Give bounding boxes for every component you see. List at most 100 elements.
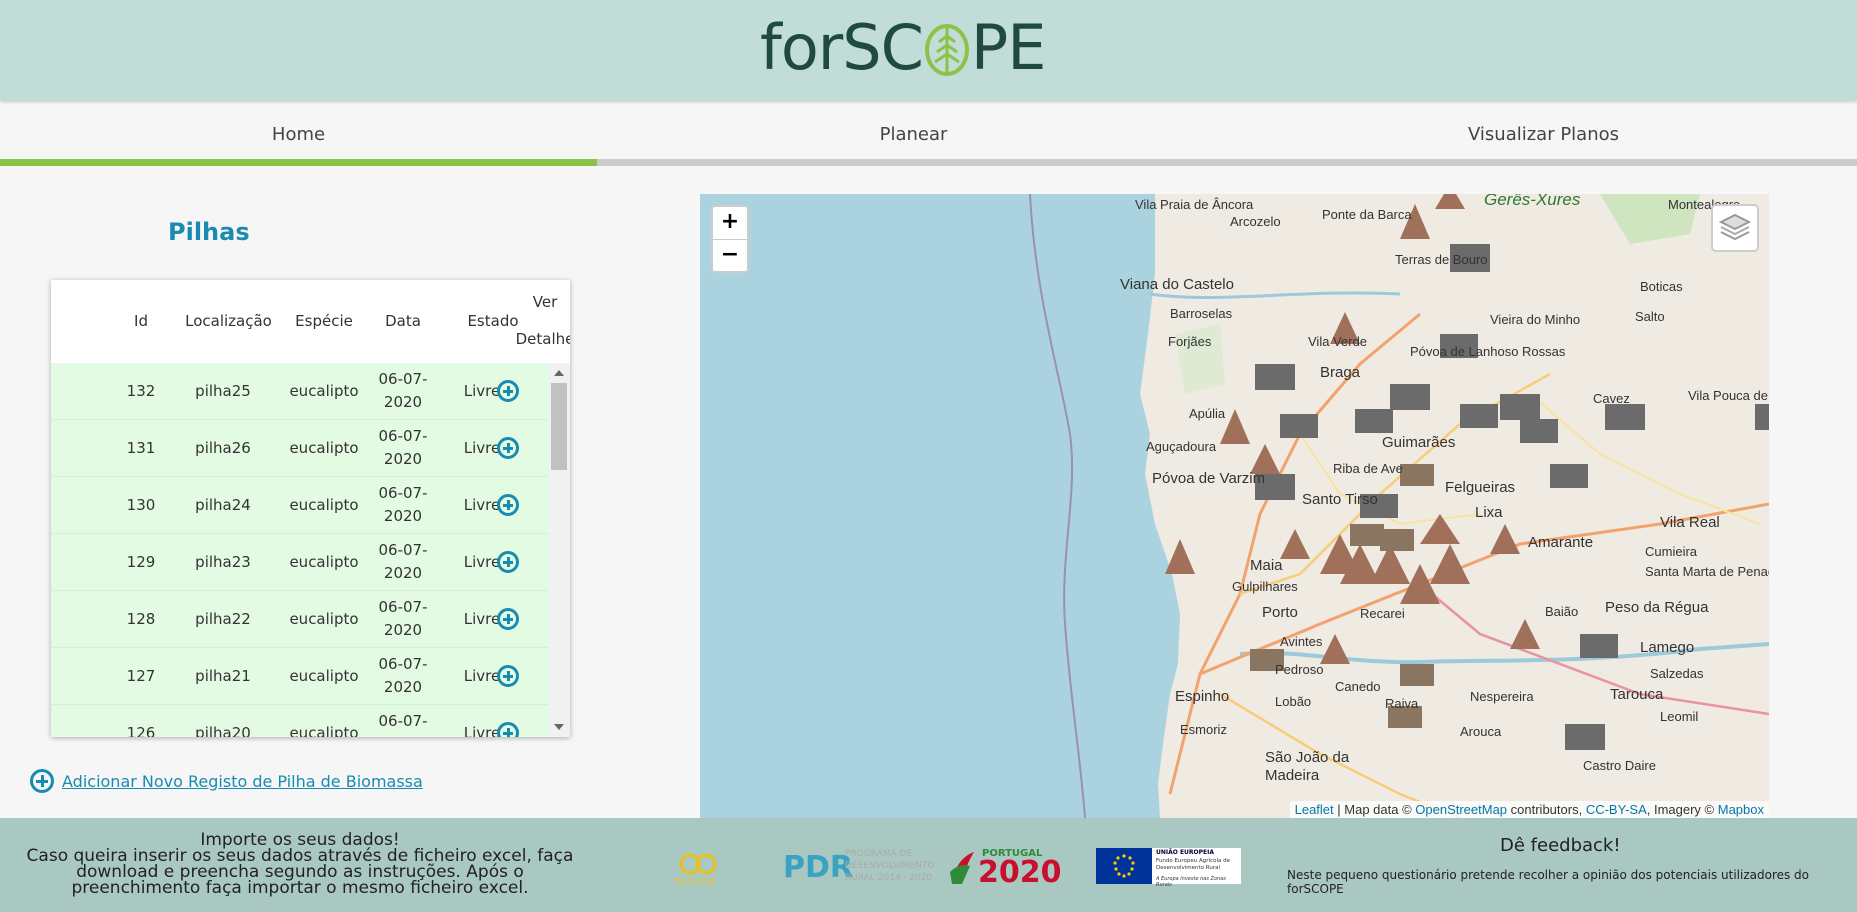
add-pilha-label[interactable]: Adicionar Novo Registo de Pilha de Bioma… [62,772,423,791]
map-label: Leomil [1660,709,1699,724]
pilhas-title: Pilhas [168,218,250,246]
map-label: Raiva [1385,696,1419,711]
pilhas-table: Id Localização Espécie Data Estado Ver D… [51,280,570,737]
zoom-out-button[interactable]: − [713,240,747,272]
map-label: Guimarães [1382,434,1456,451]
osm-link[interactable]: OpenStreetMap [1415,802,1507,817]
map-label: Terras de Bouro [1395,252,1488,267]
map-label: Baião [1545,604,1579,619]
cell-localizacao: pilha22 [195,610,251,628]
mapbox-link[interactable]: Mapbox [1718,802,1764,817]
map-label: Arouca [1460,724,1502,739]
col-localizacao[interactable]: Localização [176,303,281,340]
map-tiles[interactable] [700,194,1769,818]
table-scrollbar[interactable] [549,363,570,737]
map-label: Recarei [1360,606,1405,621]
cell-especie: eucalipto [289,610,359,628]
cell-id: 128 [126,610,156,628]
map-label: Arcozelo [1230,214,1281,229]
view-detail-icon[interactable] [497,608,519,630]
table-row: 128 pilha22 eucalipto 06-07- 2020 Livre [51,591,549,648]
eu-logo: UNIÃO EUROPEIA Fundo Europeu Agrícola de… [1096,848,1241,888]
map[interactable]: Gerês-Xures Montealegre Vila Praia de Ân… [700,194,1769,818]
view-detail-icon[interactable] [497,380,519,402]
map-label: Apúlia [1189,406,1226,421]
map-label: Lixa [1475,504,1503,521]
map-label: Santo Tirso [1302,491,1378,508]
map-label: Riba de Ave [1333,461,1403,476]
map-label: São João da Madeira [1265,749,1350,784]
tab-home[interactable]: Home [0,104,597,162]
tab-planear[interactable]: Planear [597,104,1230,162]
logo-text: PE [970,11,1047,84]
map-label: Póvoa de Varzim [1152,470,1266,487]
map-attribution: Leaflet | Map data © OpenStreetMap contr… [1289,801,1769,818]
map-label: Salzedas [1650,666,1704,681]
cell-localizacao: pilha23 [195,553,251,571]
view-detail-icon[interactable] [497,551,519,573]
cell-especie: eucalipto [289,439,359,457]
add-pilha-link[interactable]: Adicionar Novo Registo de Pilha de Bioma… [30,769,423,793]
map-label: Viana do Castelo [1120,276,1234,293]
cell-especie: eucalipto [289,553,359,571]
col-ver: Ver [532,293,558,311]
map-label: Avintes [1280,634,1323,649]
table-header: Id Localização Espécie Data Estado Ver D… [51,280,570,363]
col-data[interactable]: Data [368,303,438,340]
scroll-down-icon[interactable] [554,724,564,730]
tab-visualizar-planos[interactable]: Visualizar Planos [1230,104,1857,162]
view-detail-icon[interactable] [497,722,519,737]
main-nav: Home Planear Visualizar Planos [0,104,1857,166]
map-label: Porto [1262,604,1298,621]
portugal-flag-icon [950,852,974,884]
logo-text: SC [842,11,924,84]
map-label: Gulpilhares [1232,579,1298,594]
cell-especie: eucalipto [289,724,359,737]
cell-localizacao: pilha25 [195,382,251,400]
feedback-text[interactable]: Neste pequeno questionário pretende reco… [1287,868,1857,896]
map-label: Espinho [1175,688,1230,705]
table-row: 132 pilha25 eucalipto 06-07- 2020 Livre [51,363,549,420]
map-label: Santa Marta de Penaguião [1645,564,1769,579]
cell-id: 130 [126,496,156,514]
forscope-logo[interactable]: for SC PE [760,11,1047,84]
cell-especie: eucalipto [289,496,359,514]
scroll-thumb[interactable] [551,383,567,470]
col-especie[interactable]: Espécie [283,303,365,340]
map-label: Vila Verde [1308,334,1368,349]
license-link[interactable]: CC-BY-SA [1586,802,1647,817]
map-label: Vila Praia de Âncora [1135,197,1254,212]
add-icon[interactable] [30,769,54,793]
view-detail-icon[interactable] [497,665,519,687]
col-detalhe: Detalhe [515,330,570,348]
map-label: Salto [1635,309,1665,324]
map-label: Maia [1250,557,1283,574]
table-row: 131 pilha26 eucalipto 06-07- 2020 Livre [51,420,549,477]
scroll-up-icon[interactable] [554,370,564,376]
feedback-title[interactable]: Dê feedback! [1500,835,1621,856]
map-label: Ponte da Barca [1322,207,1412,222]
map-label: Vila Real [1660,514,1720,531]
cell-data: 06-07-2020 [378,370,428,411]
table-row: 126 pilha20 eucalipto 06-07-2020 Livre [51,705,549,737]
view-detail-icon[interactable] [497,437,519,459]
cell-id: 132 [126,382,156,400]
eu-flag-icon [1096,848,1152,884]
map-label: Cumieira [1645,544,1698,559]
cell-data: 06-07-2020 [378,427,428,468]
map-label: Rossas [1522,344,1566,359]
map-label: Amarante [1528,534,1594,551]
cell-localizacao: pilha20 [195,724,251,737]
map-label: Barroselas [1170,306,1233,321]
cell-especie: eucalipto [289,667,359,685]
map-label: Póvoa de Lanhoso [1410,344,1519,359]
import-text: Caso queira inserir os seus dados atravé… [26,846,574,898]
p2020-label: 2020 [978,855,1062,890]
col-id[interactable]: Id [111,303,171,340]
leaflet-link[interactable]: Leaflet [1295,802,1334,817]
view-detail-icon[interactable] [497,494,519,516]
map-label: Peso da Régua [1605,599,1709,616]
zoom-in-button[interactable]: + [713,207,747,240]
layers-button[interactable] [1711,204,1759,252]
table-row: 129 pilha23 eucalipto 06-07- 2020 Livre [51,534,549,591]
